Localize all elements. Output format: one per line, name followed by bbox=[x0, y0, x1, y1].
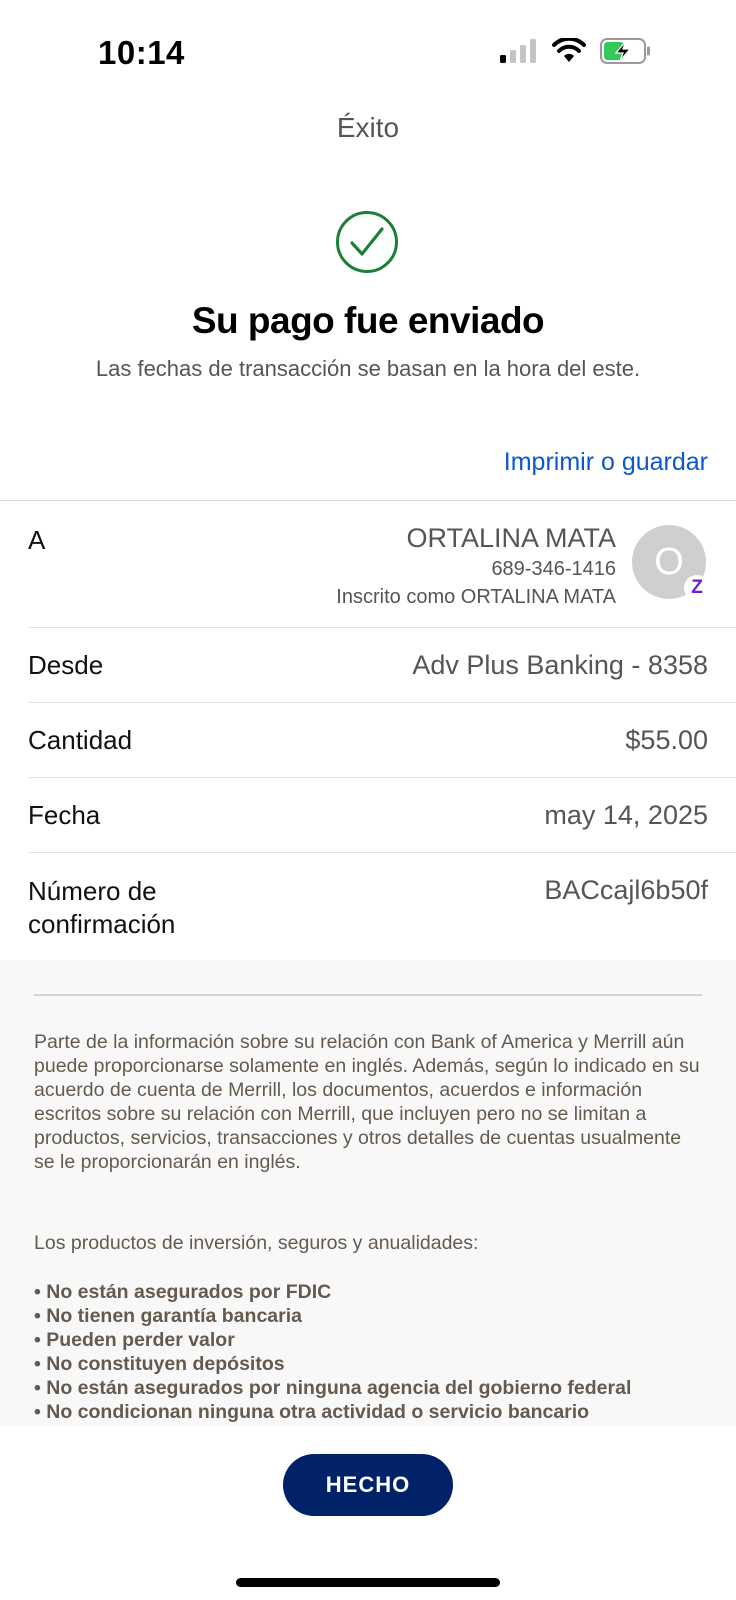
disclosure-section: Parte de la información sobre su relació… bbox=[0, 960, 736, 1426]
nav-title: Éxito bbox=[336, 112, 400, 143]
success-headline: Su pago fue enviado bbox=[191, 300, 545, 341]
home-indicator[interactable] bbox=[236, 1578, 500, 1587]
status-time: 10:14 bbox=[98, 34, 185, 71]
disclosure-paragraph: Parte de la información sobre su relació… bbox=[34, 1031, 700, 1173]
disclosure-bullet: • No constituyen depósitos bbox=[34, 1353, 285, 1375]
confirmation-row: Número de confirmación BACcajl6b50f bbox=[28, 853, 736, 962]
check-circle-icon bbox=[336, 211, 398, 273]
disclosure-bullet: • No están asegurados por ninguna agenci… bbox=[34, 1377, 632, 1399]
recipient-row: A ORTALINA MATA 689-346-1416 Inscrito co… bbox=[28, 501, 736, 628]
done-button[interactable]: HECHO bbox=[283, 1454, 453, 1516]
recipient-enrolled: Inscrito como ORTALINA MATA bbox=[336, 586, 616, 608]
zelle-icon: Z bbox=[684, 575, 710, 601]
amount-label: Cantidad bbox=[28, 725, 133, 755]
success-subtitle: Las fechas de transacción se basan en la… bbox=[95, 356, 641, 381]
print-or-save-link[interactable]: Imprimir o guardar bbox=[504, 448, 708, 477]
date-label: Fecha bbox=[28, 800, 101, 830]
divider bbox=[34, 994, 702, 996]
disclosure-bullet: • Pueden perder valor bbox=[34, 1329, 235, 1351]
avatar-initial: O bbox=[654, 540, 684, 583]
amount-value: $55.00 bbox=[625, 725, 708, 755]
date-row: Fecha may 14, 2025 bbox=[28, 778, 736, 853]
recipient-label: A bbox=[28, 525, 46, 555]
disclosure-bullets: • No están asegurados por FDIC • No tien… bbox=[34, 1280, 631, 1424]
recipient-phone: 689-346-1416 bbox=[491, 558, 616, 580]
confirmation-value: BACcajl6b50f bbox=[544, 875, 708, 905]
disclosure-bullet: • No están asegurados por FDIC bbox=[34, 1281, 332, 1303]
amount-row: Cantidad $55.00 bbox=[28, 703, 736, 778]
status-bar: 10:14 bbox=[0, 0, 736, 100]
recipient-name: ORTALINA MATA bbox=[406, 523, 616, 553]
disclosure-bullet: • No tienen garantía bancaria bbox=[34, 1305, 302, 1327]
payment-details: A ORTALINA MATA 689-346-1416 Inscrito co… bbox=[0, 500, 736, 962]
from-value: Adv Plus Banking - 8358 bbox=[412, 650, 708, 680]
disclosure-intro: Los productos de inversión, seguros y an… bbox=[34, 1232, 479, 1254]
from-label: Desde bbox=[28, 650, 104, 680]
battery-charging-icon bbox=[600, 38, 650, 64]
cellular-signal-icon bbox=[500, 39, 536, 63]
confirmation-label: Número de confirmación bbox=[28, 876, 176, 939]
from-row: Desde Adv Plus Banking - 8358 bbox=[28, 628, 736, 703]
recipient-info: ORTALINA MATA 689-346-1416 Inscrito como… bbox=[336, 523, 616, 609]
status-icons bbox=[500, 38, 652, 64]
date-value: may 14, 2025 bbox=[544, 800, 708, 830]
wifi-icon bbox=[552, 38, 586, 62]
disclosure-bullet: • No condicionan ninguna otra actividad … bbox=[34, 1401, 590, 1423]
